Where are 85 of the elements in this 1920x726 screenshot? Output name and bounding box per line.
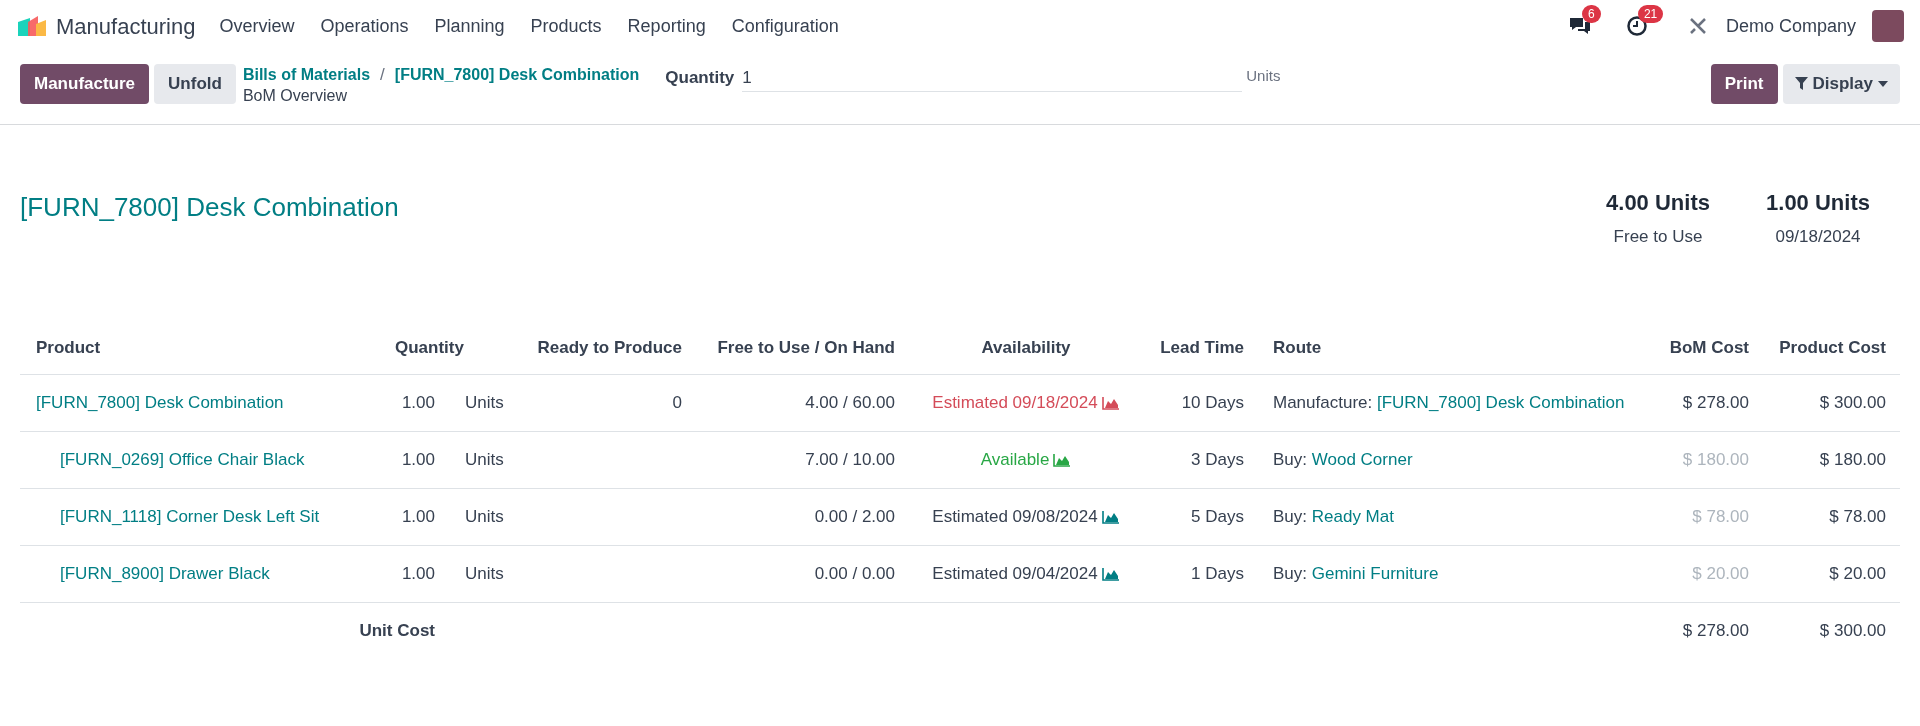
lead-time-cell-text: 1 Days	[1190, 562, 1244, 585]
product-link[interactable]: [FURN_1118] Corner Desk Left Sit	[60, 506, 320, 526]
ready-cell: 0	[672, 392, 682, 412]
product-link[interactable]: [FURN_7800] Desk Combination	[36, 392, 284, 412]
bom-cost-total: $ 278.00	[1681, 620, 1749, 643]
unfold-button[interactable]: Unfold	[154, 64, 236, 104]
lead-time-cell-text: 3 Days	[1190, 448, 1244, 471]
print-button[interactable]: Print	[1710, 64, 1778, 104]
summary-label: 09/18/2024	[1775, 226, 1861, 248]
availability-cell-text: Available	[980, 448, 1050, 471]
product-cost-cell-text: $ 300.00	[1818, 391, 1886, 414]
area-chart-icon[interactable]	[1101, 395, 1120, 410]
quantity-cell-text: 1.00	[400, 391, 435, 414]
menu-item[interactable]: Operations	[320, 12, 409, 40]
route-link[interactable]: [FURN_7800] Desk Combination	[1376, 392, 1625, 412]
filter-icon	[1794, 77, 1808, 91]
stock-cell-text: 4.00 / 60.00	[804, 391, 895, 414]
page-title: BoM Overview	[242, 86, 348, 106]
column-header: Product Cost	[1778, 336, 1886, 359]
summary-value: 4.00 Units	[1606, 189, 1710, 217]
route-label: Buy:	[1273, 449, 1309, 469]
bom-cost-cell-text: $ 180.00	[1681, 448, 1749, 471]
availability-cell-text: Estimated 09/08/2024	[932, 505, 1098, 528]
summary-value: 1.00 Units	[1766, 189, 1870, 217]
stock-cell-text: 0.00 / 0.00	[813, 562, 895, 585]
quantity-cell-text: 1.00	[400, 562, 435, 585]
route-link[interactable]: Ready Mat	[1311, 506, 1394, 526]
quantity-label: Quantity	[665, 67, 735, 89]
message-count-badge: 6	[1581, 5, 1601, 23]
app-logo-icon[interactable]	[16, 14, 48, 38]
lead-time-cell-text: 5 Days	[1190, 505, 1244, 528]
app-name[interactable]: Manufacturing	[56, 9, 196, 43]
route-link[interactable]: Wood Corner	[1311, 449, 1413, 469]
column-header: Lead Time	[1159, 336, 1244, 359]
menu-item[interactable]: Configuration	[731, 12, 839, 40]
menu-item[interactable]: Reporting	[627, 12, 706, 40]
product-cost-total: $ 300.00	[1818, 620, 1886, 643]
display-button[interactable]: Display	[1782, 64, 1900, 104]
breadcrumb-separator: /	[380, 64, 385, 85]
column-header: Availability	[980, 336, 1072, 359]
product-cost-cell-text: $ 180.00	[1818, 448, 1886, 471]
area-chart-icon[interactable]	[1101, 509, 1120, 524]
unit-cost-label: Unit Cost	[358, 620, 435, 643]
product-cost-cell-text: $ 20.00	[1828, 562, 1886, 585]
breadcrumb-link[interactable]: [FURN_7800] Desk Combination	[394, 64, 640, 85]
unit-cell-text: Units	[464, 391, 505, 414]
route-link[interactable]: Gemini Furniture	[1311, 563, 1439, 583]
unit-cell-text: Units	[464, 562, 505, 585]
menu-item[interactable]: Products	[530, 12, 602, 40]
quantity-input[interactable]: 1	[742, 65, 1243, 92]
product-link[interactable]: [FURN_0269] Office Chair Black	[60, 449, 305, 469]
column-header: Free to Use / On Hand	[716, 336, 895, 359]
unit-cell-text: Units	[464, 505, 505, 528]
caret-icon	[1878, 81, 1888, 87]
bom-cost-cell-text: $ 78.00	[1691, 505, 1749, 528]
column-header: Route	[1272, 336, 1323, 359]
route-label: Buy:	[1273, 506, 1309, 526]
availability-cell-text: Estimated 09/18/2024	[932, 391, 1098, 414]
route-label: Manufacture:	[1273, 392, 1374, 412]
column-header: Product	[35, 336, 102, 359]
quantity-cell-text: 1.00	[400, 448, 435, 471]
bom-cost-cell-text: $ 20.00	[1691, 562, 1749, 585]
lead-time-cell-text: 10 Days	[1180, 391, 1244, 414]
summary-label: Free to Use	[1613, 226, 1703, 248]
column-header: BoM Cost	[1668, 336, 1749, 359]
unit-label: Units	[1246, 66, 1281, 86]
bom-title: [FURN_7800] Desk Combination	[20, 191, 399, 224]
menu-item[interactable]: Planning	[434, 12, 505, 40]
route-label: Buy:	[1273, 563, 1309, 583]
company-name[interactable]: Demo Company	[1725, 12, 1856, 40]
product-cost-cell-text: $ 78.00	[1828, 505, 1886, 528]
column-header: Ready to Produce	[536, 336, 682, 359]
menu-item[interactable]: Overview	[219, 12, 295, 40]
availability-cell-text: Estimated 09/04/2024	[932, 562, 1098, 585]
area-chart-icon[interactable]	[1101, 566, 1120, 581]
unit-cell-text: Units	[464, 448, 505, 471]
stock-cell-text: 0.00 / 2.00	[813, 505, 895, 528]
product-link[interactable]: [FURN_8900] Drawer Black	[60, 563, 270, 583]
column-header: Quantity	[394, 336, 465, 359]
stock-cell-text: 7.00 / 10.00	[804, 448, 895, 471]
area-chart-icon[interactable]	[1053, 452, 1072, 467]
manufacture-button[interactable]: Manufacture	[20, 64, 150, 104]
breadcrumb-link[interactable]: Bills of Materials	[242, 64, 371, 85]
quantity-cell-text: 1.00	[400, 505, 435, 528]
activity-count-badge: 21	[1637, 5, 1664, 23]
